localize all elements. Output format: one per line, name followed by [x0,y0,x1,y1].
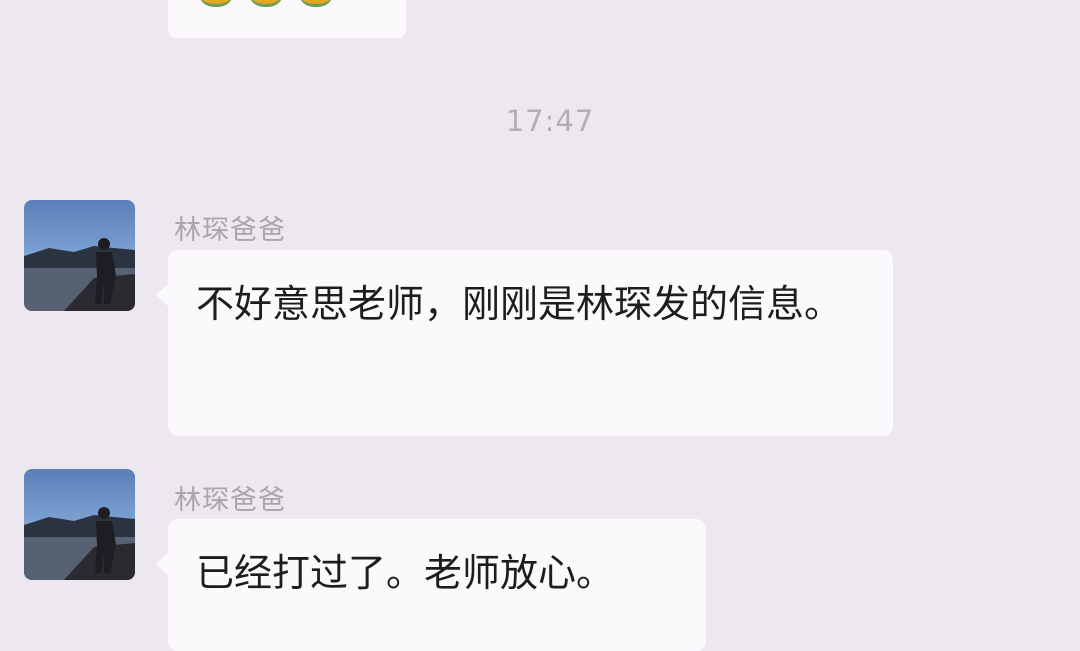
message-timestamp: 17:47 [505,104,595,138]
avatar[interactable] [24,469,135,580]
sender-name: 林琛爸爸 [174,485,286,516]
avatar-photo-icon [24,507,135,580]
avatar[interactable] [24,200,135,311]
avatar-photo-icon [24,238,135,311]
sender-name: 林琛爸爸 [174,215,286,246]
emoji-sticker-icon [198,0,334,7]
chat-view: 17:47 林琛爸爸 不好意思老师，刚刚是林琛发的信息。 林琛爸爸 已经打过了。… [0,0,1080,651]
message-bubble[interactable]: 已经打过了。老师放心。 [156,519,706,651]
message-bubble[interactable]: 不好意思老师，刚刚是林琛发的信息。 [156,250,893,436]
previous-message-bubble[interactable] [168,0,406,38]
